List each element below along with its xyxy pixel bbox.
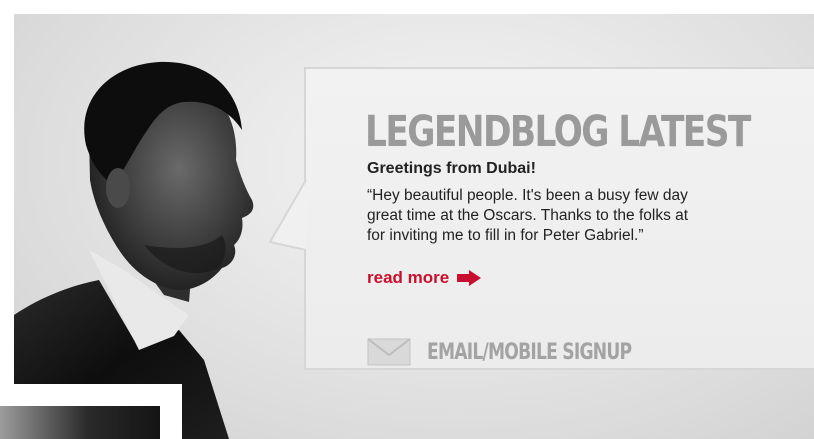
artist-portrait (14, 61, 254, 439)
post-excerpt: “Hey beautiful people. It's been a busy … (367, 186, 814, 246)
callout-pointer (268, 180, 307, 250)
read-more-label: read more (367, 268, 450, 287)
excerpt-line: great time at the Oscars. Thanks to the … (367, 207, 689, 224)
blog-heading: LEGENDBLOG LATEST (365, 107, 751, 157)
read-more-link[interactable]: read more (367, 268, 482, 288)
signup-label: EMAIL/MOBILE SIGNUP (427, 339, 632, 365)
bottom-thumbnail-card[interactable] (0, 384, 182, 439)
envelope-icon (367, 338, 411, 366)
post-title[interactable]: Greetings from Dubai! (367, 160, 536, 178)
thumbnail-image (0, 406, 160, 439)
left-border (0, 0, 14, 439)
email-mobile-signup-button[interactable]: EMAIL/MOBILE SIGNUP (367, 338, 689, 366)
arrow-right-icon (457, 270, 482, 286)
top-border (0, 0, 814, 14)
excerpt-line: “Hey beautiful people. It's been a busy … (367, 187, 688, 204)
excerpt-line: for inviting me to fill in for Peter Gab… (367, 227, 644, 244)
